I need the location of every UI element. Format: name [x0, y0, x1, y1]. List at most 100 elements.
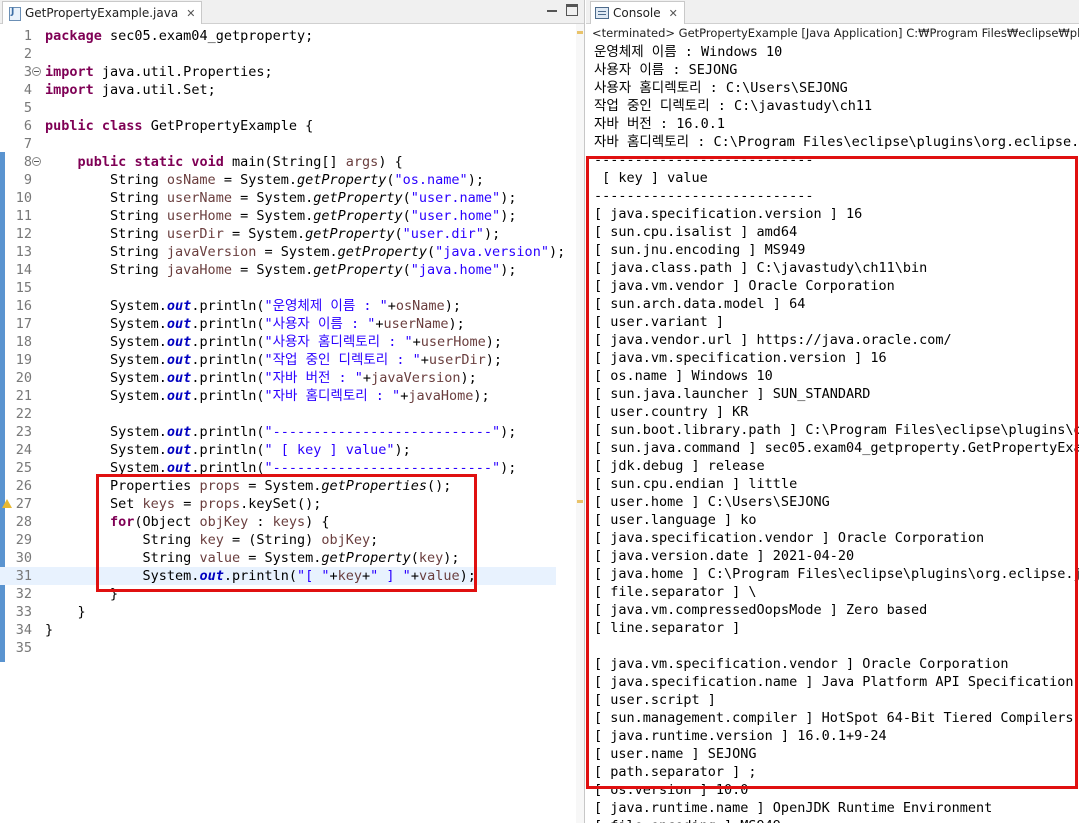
line-number: 21 [15, 388, 32, 404]
code-line[interactable]: 7 [0, 135, 584, 153]
code-text: public class GetPropertyExample { [45, 118, 314, 134]
console-line: 운영체제 이름 : Windows 10 [594, 44, 783, 60]
console-line: [ java.vm.vendor ] Oracle Corporation [594, 278, 895, 294]
code-line[interactable]: 33 } [0, 603, 584, 621]
overview-warning-mark[interactable] [577, 31, 583, 34]
code-line[interactable]: 26 Properties props = System.getProperti… [0, 477, 584, 495]
maximize-icon[interactable] [566, 4, 578, 16]
code-line[interactable]: 5 [0, 99, 584, 117]
code-text: String userName = System.getProperty("us… [45, 190, 517, 206]
code-line[interactable]: 15 [0, 279, 584, 297]
line-number: 26 [15, 478, 32, 494]
line-number: 18 [15, 334, 32, 350]
code-text: System.out.println("자바 홈디렉토리 : "+javaHom… [45, 388, 490, 404]
code-text: System.out.println("자바 버전 : "+javaVersio… [45, 370, 477, 386]
code-line[interactable]: 16 System.out.println("운영체제 이름 : "+osNam… [0, 297, 584, 315]
line-number: 1 [23, 28, 32, 44]
code-line[interactable]: 25 System.out.println("-----------------… [0, 459, 584, 477]
console-line: [ sun.jnu.encoding ] MS949 [594, 242, 806, 258]
line-number: 29 [15, 532, 32, 548]
code-text: System.out.println("[ "+key+" ] "+value)… [45, 568, 476, 584]
warning-icon[interactable] [2, 499, 12, 509]
console-line: [ java.home ] C:\Program Files\eclipse\p… [594, 566, 1079, 582]
code-line[interactable]: 24 System.out.println(" [ key ] value"); [0, 441, 584, 459]
console-line: [ user.name ] SEJONG [594, 746, 757, 762]
code-line[interactable]: 19 System.out.println("작업 중인 디렉토리 : "+us… [0, 351, 584, 369]
code-line[interactable]: 18 System.out.println("사용자 홈디렉토리 : "+use… [0, 333, 584, 351]
line-number: 22 [15, 406, 32, 422]
line-number: 2 [23, 46, 32, 62]
line-number: 3 [23, 64, 32, 80]
code-line[interactable]: 12 String userDir = System.getProperty("… [0, 225, 584, 243]
line-number: 8 [23, 154, 32, 170]
console-line: [ file.encoding ] MS949 [594, 817, 1079, 823]
code-line[interactable]: 9 String osName = System.getProperty("os… [0, 171, 584, 189]
code-text: import java.util.Properties; [45, 64, 273, 80]
console-tab-title: Console [613, 6, 661, 20]
fold-toggle-icon[interactable] [32, 157, 41, 166]
line-number: 4 [23, 82, 32, 98]
code-line[interactable]: 6 public class GetPropertyExample { [0, 117, 584, 135]
code-line[interactable]: 8 public static void main(String[] args)… [0, 153, 584, 171]
code-line[interactable]: 29 String key = (String) objKey; [0, 531, 584, 549]
console-output[interactable]: 운영체제 이름 : Windows 10 사용자 이름 : SEJONG 사용자 홈… [594, 43, 1079, 823]
code-line[interactable]: 4 import java.util.Set; [0, 81, 584, 99]
code-line[interactable]: 32 } [0, 585, 584, 603]
console-line: --------------------------- [594, 152, 814, 168]
line-number: 9 [23, 172, 32, 188]
code-line[interactable]: 23 System.out.println("-----------------… [0, 423, 584, 441]
code-text: String value = System.getProperty(key); [45, 550, 460, 566]
code-text: System.out.println("--------------------… [45, 424, 517, 440]
fold-toggle-icon[interactable] [32, 67, 41, 76]
console-line: [ user.home ] C:\Users\SEJONG [594, 494, 830, 510]
console-line: [ user.variant ] [594, 314, 725, 330]
code-text: String javaVersion = System.getProperty(… [45, 244, 566, 260]
code-line[interactable]: 10 String userName = System.getProperty(… [0, 189, 584, 207]
code-line[interactable]: 3 import java.util.Properties; [0, 63, 584, 81]
overview-ruler[interactable] [576, 24, 584, 823]
code-line[interactable]: 22 [0, 405, 584, 423]
code-line[interactable]: 11 String userHome = System.getProperty(… [0, 207, 584, 225]
code-line[interactable]: 31 System.out.println("[ "+key+" ] "+val… [0, 567, 556, 585]
code-line[interactable]: 13 String javaVersion = System.getProper… [0, 243, 584, 261]
line-number: 17 [15, 316, 32, 332]
code-text: System.out.println("사용자 홈디렉토리 : "+userHo… [45, 334, 503, 350]
close-icon[interactable]: ✕ [669, 7, 678, 20]
code-line[interactable]: 27 Set keys = props.keySet(); [0, 495, 584, 513]
line-number: 28 [15, 514, 32, 530]
code-line[interactable]: 2 [0, 45, 584, 63]
line-number: 16 [15, 298, 32, 314]
code-line[interactable]: 28 for(Object objKey : keys) { [0, 513, 584, 531]
console-line: 사용자 홈디렉토리 : C:\Users\SEJONG [594, 80, 848, 96]
line-number: 12 [15, 226, 32, 242]
overview-warning-mark[interactable] [577, 500, 583, 503]
code-line[interactable]: 1 package sec05.exam04_getproperty; [0, 27, 584, 45]
console-line: [ user.script ] [594, 692, 716, 708]
code-line[interactable]: 34} [0, 621, 584, 639]
console-tab[interactable]: Console ✕ [590, 1, 685, 24]
minimize-icon[interactable] [546, 4, 558, 16]
code-line[interactable]: 30 String value = System.getProperty(key… [0, 549, 584, 567]
console-tab-bar: Console ✕ [586, 0, 1079, 24]
code-line[interactable]: 21 System.out.println("자바 홈디렉토리 : "+java… [0, 387, 584, 405]
close-icon[interactable]: ✕ [186, 7, 195, 20]
console-line: [ path.separator ] ; [594, 764, 757, 780]
code-line[interactable]: 17 System.out.println("사용자 이름 : "+userNa… [0, 315, 584, 333]
console-line: [ java.vm.specification.vendor ] Oracle … [594, 656, 1009, 672]
console-line: [ sun.arch.data.model ] 64 [594, 296, 806, 312]
code-text: Properties props = System.getProperties(… [45, 478, 452, 494]
line-number: 19 [15, 352, 32, 368]
editor-tab[interactable]: GetPropertyExample.java ✕ [2, 1, 203, 24]
line-number: 6 [23, 118, 32, 134]
code-editor[interactable]: 1 package sec05.exam04_getproperty; 2 3 impo… [0, 27, 584, 657]
code-line[interactable]: 14 String javaHome = System.getProperty(… [0, 261, 584, 279]
console-line: [ java.specification.vendor ] Oracle Cor… [594, 530, 985, 546]
code-line[interactable]: 20 System.out.println("자바 버전 : "+javaVer… [0, 369, 584, 387]
code-text: System.out.println(" [ key ] value"); [45, 442, 411, 458]
console-line: [ java.class.path ] C:\javastudy\ch11\bi… [594, 260, 928, 276]
code-text: String userDir = System.getProperty("use… [45, 226, 501, 242]
line-number: 13 [15, 244, 32, 260]
code-line[interactable]: 35 [0, 639, 584, 657]
console-line: [ user.language ] ko [594, 512, 757, 528]
console-line: [ java.specification.version ] 16 [594, 206, 863, 222]
